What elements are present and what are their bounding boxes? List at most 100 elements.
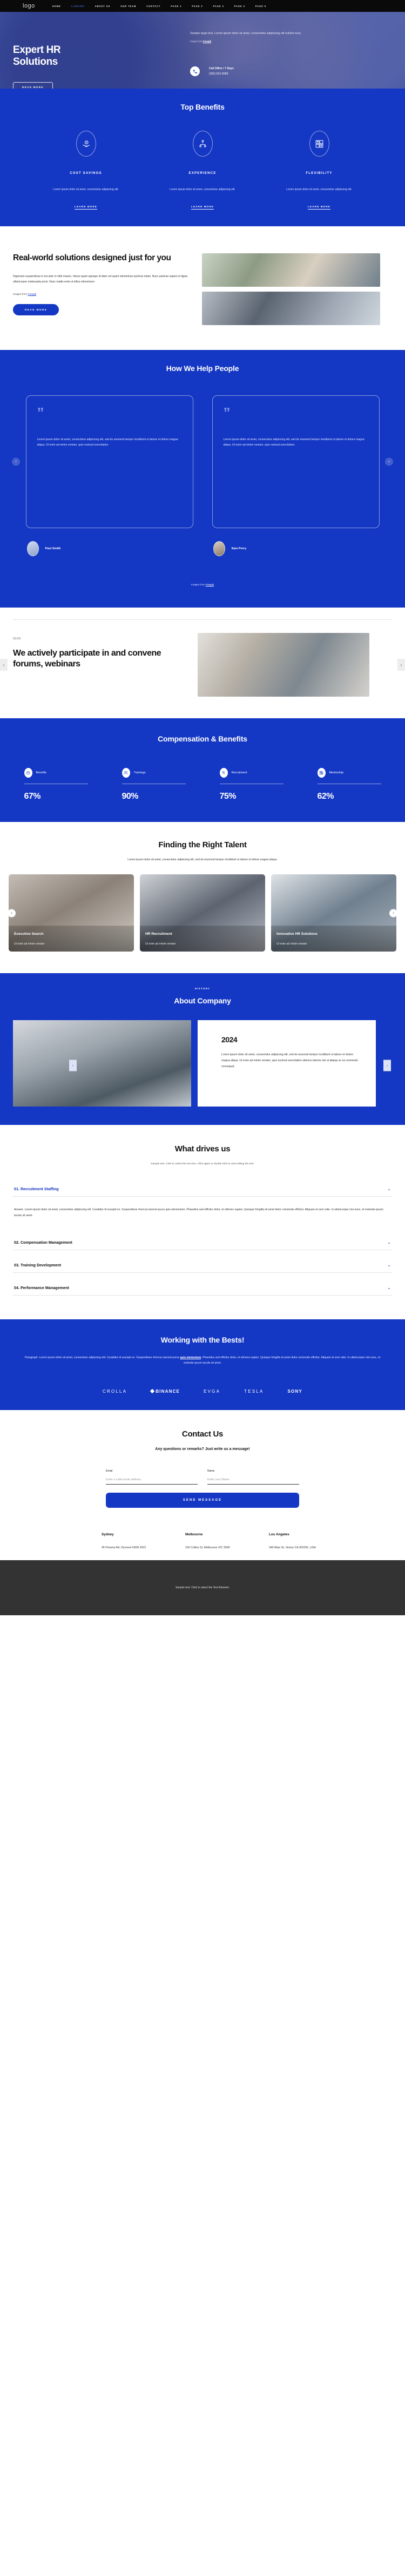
testimonial-cards: ‹ ” Lorem ipsum dolor sit amet, consectet… — [0, 395, 405, 529]
chevron-down-icon[interactable]: ⌄ — [387, 1285, 391, 1290]
testimonial-next-arrow-icon[interactable]: › — [385, 457, 393, 466]
search-person-icon — [219, 768, 228, 778]
accordion-title: 03. Training Development — [14, 1262, 62, 1267]
page-root: logo HOME LANDING ABOUT US OUR TEAM CONTACT P… — [0, 0, 405, 1615]
benefits-title: Top Benefits — [180, 103, 225, 111]
hero-subtitle: Sample large text. Lorem ipsum dolor sit… — [190, 32, 302, 35]
talent-subtitle: Lorem ipsum dolor sit amet, consectetur … — [127, 858, 278, 862]
stat-label: Benefits — [36, 771, 46, 775]
accordion-header[interactable]: 04. Performance Management ⌄ — [13, 1280, 392, 1295]
testimonials-title: How We Help People — [166, 364, 239, 373]
realworld-read-more-button[interactable]: READ MORE — [13, 304, 59, 316]
realworld-heading: Real-world solutions designed just for y… — [13, 253, 171, 263]
nav-link-contact[interactable]: CONTACT — [146, 5, 160, 8]
chevron-down-icon[interactable]: ⌄ — [387, 1240, 391, 1245]
chevron-down-icon[interactable]: ⌄ — [387, 1186, 391, 1191]
stat-item: Benefits 67% — [24, 768, 88, 801]
webinars-section: ‹ 01/03 We actively participate in and c… — [0, 608, 405, 719]
hero-credit-link[interactable]: Freepik — [202, 40, 211, 43]
stat-label: Mentorship — [329, 771, 344, 775]
benefit-card: FLEXIBILITY Lorem ipsum dolor sit amet, c… — [279, 131, 359, 210]
nav-link-page-5[interactable]: PAGE 5 — [255, 5, 266, 8]
contact-subtitle: Any questions or remarks? Just write us … — [155, 1447, 250, 1451]
partners-paragraph-link[interactable]: quis elementum — [180, 1356, 201, 1359]
webinars-counter: 01/03 — [13, 637, 21, 641]
about-prev-arrow-icon[interactable]: ‹ — [69, 1060, 77, 1071]
office-address: 45 Pirrama Rd, Pyrmont NSW 2022 — [102, 1546, 146, 1549]
testimonial-prev-arrow-icon[interactable]: ‹ — [12, 457, 20, 466]
hero-image-credit: Image from Freepik — [190, 40, 390, 43]
partners-paragraph: Paragraph. Lorem ipsum dolor sit amet, c… — [24, 1355, 381, 1366]
call-phone-number[interactable]: (352) 622-9969 — [209, 72, 234, 76]
partner-logo-sony: SONY — [287, 1388, 302, 1394]
partner-logos: CROLLA BINANCE EVGA TESLA SONY — [0, 1389, 405, 1394]
testimonial-author: Paul Smith — [26, 541, 193, 557]
compensation-stats: Benefits 67% Trainings 90% Recruitment 75% Men… — [0, 768, 405, 801]
site-logo[interactable]: logo — [23, 3, 35, 9]
accordion-header[interactable]: 01. Recruitment Staffing ⌄ — [13, 1182, 392, 1196]
talent-next-arrow-icon[interactable]: › — [389, 909, 397, 918]
compensation-section: Compensation & Benefits Benefits 67% Train… — [0, 718, 405, 822]
stat-value: 67% — [24, 792, 41, 801]
realworld-credit-link[interactable]: Freepik — [28, 293, 36, 295]
office-city: Los Angeles — [269, 1532, 289, 1536]
talent-card-subtitle: Ut enim ad minim veniam — [14, 942, 45, 946]
talent-card[interactable]: HR Recruitment Ut enim ad minim veniam — [140, 874, 265, 952]
quote-mark-icon: ” — [223, 404, 231, 421]
nav-link-page-3[interactable]: PAGE 3 — [213, 5, 224, 8]
accordion-header[interactable]: 02. Compensation Management ⌄ — [13, 1235, 392, 1250]
about-spacer — [0, 1107, 405, 1125]
nav-link-page-4[interactable]: PAGE 4 — [234, 5, 245, 8]
about-next-arrow-icon[interactable]: › — [383, 1060, 391, 1071]
email-input[interactable] — [106, 1472, 198, 1485]
name-input[interactable] — [207, 1472, 299, 1485]
accordion-title: 04. Performance Management — [14, 1285, 69, 1290]
talent-section: Finding the Right Talent Lorem ipsum dol… — [0, 822, 405, 974]
talent-card[interactable]: Executive Search Ut enim ad minim veniam — [9, 874, 134, 952]
nav-link-about-us[interactable]: ABOUT US — [95, 5, 111, 8]
about-card: 2024 Lorem ipsum dolor sit amet, consect… — [198, 1020, 376, 1107]
talent-title: Finding the Right Talent — [158, 840, 247, 850]
avatar — [213, 541, 225, 557]
office-item: Los Angeles 340 Main St, Venice CA 902291… — [269, 1533, 328, 1550]
talent-card[interactable]: Innovative HR Solutions Ut enim ad minim … — [271, 874, 396, 952]
benefit-card: COST SAVINGS Lorem ipsum dolor sit amet, … — [46, 131, 126, 210]
partners-title: Working with the Bests! — [160, 1335, 245, 1344]
benefit-name: COST SAVINGS — [70, 171, 102, 175]
talent-card-title: HR Recruitment — [145, 932, 172, 936]
stat-label: Recruitment — [231, 771, 247, 775]
stat-value: 90% — [122, 792, 139, 801]
nav-link-page-2[interactable]: PAGE 2 — [192, 5, 202, 8]
chevron-down-icon[interactable]: ⌄ — [387, 1263, 391, 1267]
profile-cards-icon — [317, 768, 326, 778]
people-group-icon — [122, 768, 130, 778]
hero-title: Expert HR Solutions — [13, 44, 180, 68]
testimonial-card: ” Lorem ipsum dolor sit amet, consectetur… — [25, 395, 193, 529]
webinars-heading: We actively participate in and convene f… — [13, 649, 161, 669]
hero-read-more-button[interactable]: READ MORE — [13, 82, 53, 89]
testimonial-author-name: Sam Perry — [231, 547, 247, 551]
benefit-learn-more-link[interactable]: LEARN MORE — [308, 205, 330, 210]
talent-cards: ‹ Executive Search Ut enim ad minim venia… — [0, 874, 405, 952]
testimonial-author-name: Paul Smith — [45, 547, 61, 551]
drives-title: What drives us — [174, 1144, 231, 1154]
accordion-header[interactable]: 03. Training Development ⌄ — [13, 1258, 392, 1272]
accordion-spacer — [13, 1273, 392, 1280]
partner-logo-crolla: CROLLA — [103, 1388, 127, 1394]
benefit-learn-more-link[interactable]: LEARN MORE — [75, 205, 97, 210]
send-message-button[interactable]: SEND MESSAGE — [106, 1492, 299, 1508]
stat-label: Trainings — [133, 771, 146, 775]
nav-link-landing[interactable]: LANDING — [71, 5, 85, 8]
nav-link-page-1[interactable]: PAGE 1 — [171, 5, 181, 8]
hero-title-line-2: Solutions — [13, 56, 58, 68]
partner-logo-evga: EVGA — [204, 1388, 221, 1394]
help-credit-link[interactable]: Freepik — [206, 583, 214, 586]
webinars-next-arrow-icon[interactable]: › — [397, 659, 405, 671]
benefit-description: Lorem ipsum dolor sit amet, consectetur … — [53, 188, 119, 191]
webinars-prev-arrow-icon[interactable]: ‹ — [0, 659, 8, 671]
nav-link-our-team[interactable]: OUR TEAM — [120, 5, 136, 8]
talent-prev-arrow-icon[interactable]: ‹ — [8, 909, 16, 918]
nav-link-home[interactable]: HOME — [52, 5, 61, 8]
benefit-learn-more-link[interactable]: LEARN MORE — [191, 205, 214, 210]
benefit-card: EXPERIENCE Lorem ipsum dolor sit amet, co… — [163, 131, 242, 210]
